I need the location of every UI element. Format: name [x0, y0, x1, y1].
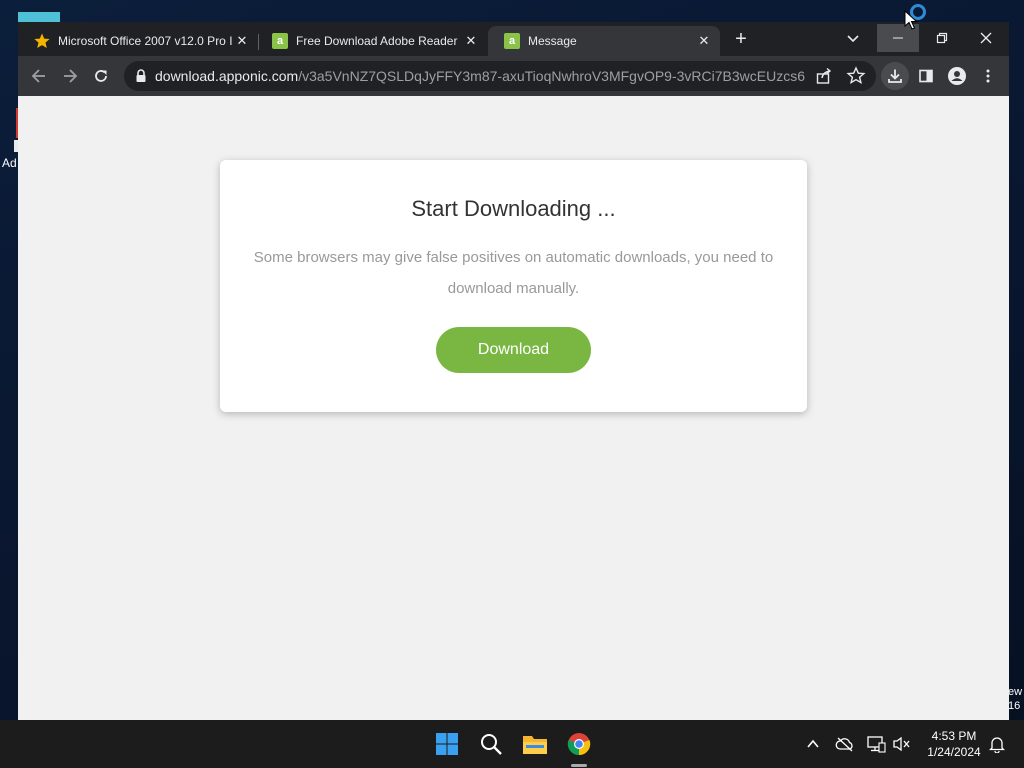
clock[interactable]: 4:53 PM 1/24/2024 [918, 728, 990, 760]
running-app-indicator [571, 764, 587, 767]
page-title: Start Downloading ... [411, 196, 616, 221]
tab-title: Free Download Adobe Reader 9.5 [296, 34, 461, 48]
side-panel-button[interactable] [912, 62, 940, 90]
tab-message[interactable]: a Message ✕ [488, 26, 720, 56]
download-button[interactable]: Download [436, 327, 591, 373]
onedrive-cloud-icon[interactable] [835, 734, 855, 754]
downloads-button[interactable] [881, 62, 909, 90]
bookmark-star-icon[interactable] [846, 66, 866, 86]
chrome-icon[interactable] [565, 730, 593, 758]
mouse-cursor-icon [904, 10, 918, 30]
close-tab-icon[interactable]: ✕ [461, 31, 481, 51]
desktop-icon-label: Ad [2, 156, 17, 170]
apponic-favicon-icon: a [504, 33, 520, 49]
close-tab-icon[interactable]: ✕ [694, 31, 714, 51]
tab-search-chevron-icon[interactable] [840, 28, 866, 50]
notification-bell-icon[interactable] [987, 734, 1007, 754]
start-windows-icon[interactable] [433, 730, 461, 758]
restore-button[interactable] [921, 24, 963, 52]
browser-toolbar: download.apponic.com/v3a5VnNZ7QSLDqJyFFY… [18, 56, 1009, 96]
back-button[interactable] [25, 62, 53, 90]
url-host: download.apponic.com [155, 68, 299, 84]
file-explorer-icon[interactable] [521, 730, 549, 758]
network-icon[interactable] [866, 734, 886, 754]
clock-time: 4:53 PM [931, 729, 977, 743]
address-bar[interactable]: download.apponic.com/v3a5VnNZ7QSLDqJyFFY… [124, 61, 876, 91]
url-path: /v3a5VnNZ7QSLDqJyFFY3m87-axuTioqNwhroV3M… [298, 68, 805, 84]
show-hidden-icons-chevron-icon[interactable] [803, 734, 823, 754]
tab-title: Message [528, 34, 577, 48]
download-message-card: Start Downloading ... Some browsers may … [220, 160, 807, 412]
search-icon[interactable] [477, 730, 505, 758]
url-text: download.apponic.com/v3a5VnNZ7QSLDqJyFFY… [155, 68, 805, 84]
tab-title: Microsoft Office 2007 v12.0 Pro I [58, 34, 232, 48]
desktop-icon-label: ew [1008, 686, 1023, 698]
taskbar: 4:53 PM 1/24/2024 [0, 720, 1024, 768]
download-notice-text: Some browsers may give false positives o… [253, 249, 774, 297]
browser-window: Microsoft Office 2007 v12.0 Pro I ✕ a Fr… [18, 22, 1009, 720]
volume-muted-icon[interactable] [892, 734, 912, 754]
tab-adobe-reader[interactable]: a Free Download Adobe Reader 9.5 ✕ [256, 26, 487, 56]
star-icon [34, 33, 50, 49]
clock-date: 1/24/2024 [927, 745, 981, 759]
menu-kebab-icon[interactable] [974, 62, 1002, 90]
new-tab-button[interactable]: + [728, 29, 754, 50]
close-window-button[interactable] [965, 24, 1007, 52]
apponic-favicon-icon: a [272, 33, 288, 49]
forward-button[interactable] [56, 62, 84, 90]
profile-avatar-icon[interactable] [943, 62, 971, 90]
reload-button[interactable] [87, 62, 115, 90]
tab-office[interactable]: Microsoft Office 2007 v12.0 Pro I ✕ [18, 26, 258, 56]
share-icon[interactable] [814, 66, 834, 86]
lock-icon[interactable] [134, 68, 148, 84]
close-tab-icon[interactable]: ✕ [232, 31, 252, 51]
desktop-icon-label: 16 [1008, 700, 1021, 712]
tab-strip: Microsoft Office 2007 v12.0 Pro I ✕ a Fr… [18, 22, 1009, 56]
